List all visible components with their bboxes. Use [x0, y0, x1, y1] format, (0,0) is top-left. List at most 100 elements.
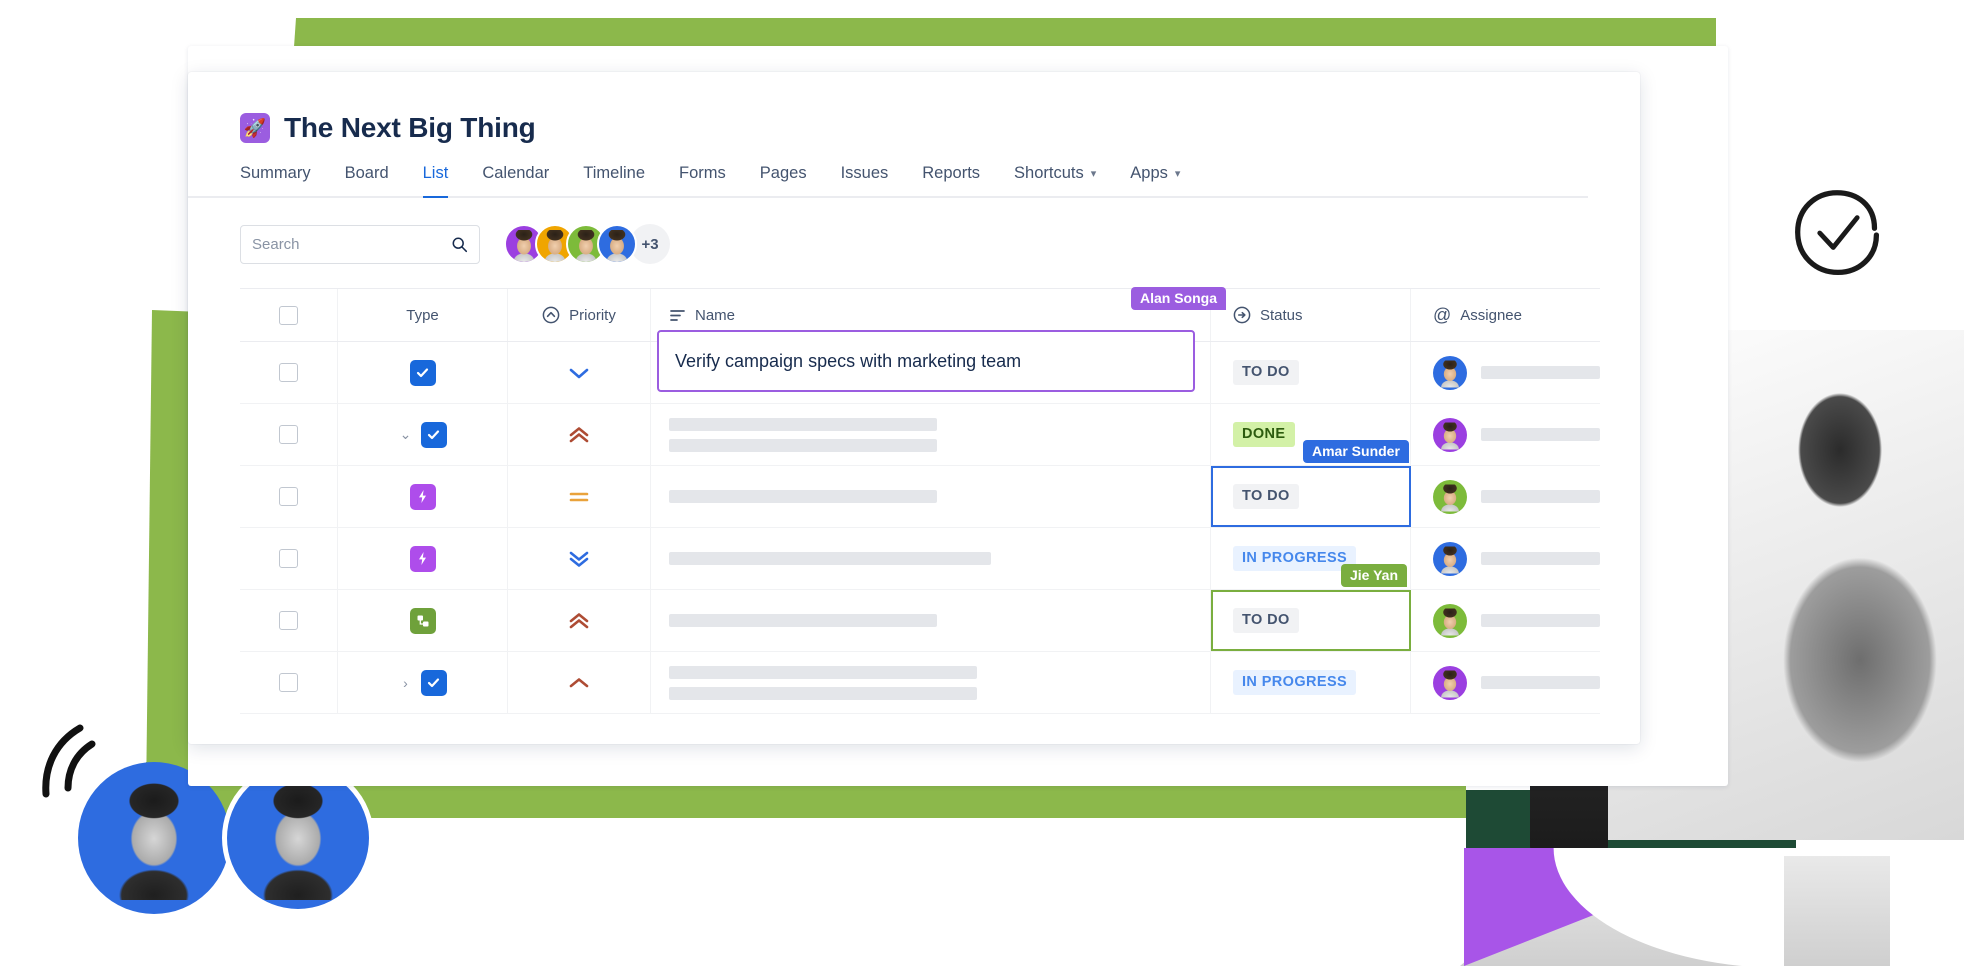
tab-label: Calendar: [482, 164, 550, 182]
row-name-cell[interactable]: [651, 528, 1211, 589]
row-priority-cell[interactable]: [508, 342, 651, 403]
search-icon[interactable]: [451, 236, 468, 253]
row-type-cell[interactable]: [338, 342, 508, 403]
row-status-cell[interactable]: IN PROGRESS Jie Yan: [1211, 528, 1411, 589]
row-select-cell[interactable]: [240, 404, 338, 465]
tab-issues[interactable]: Issues: [824, 164, 906, 196]
column-label-wrap: Status: [1233, 306, 1303, 324]
tab-board[interactable]: Board: [328, 164, 406, 196]
expand-chevron-icon[interactable]: ⌄: [399, 426, 413, 443]
avatar[interactable]: [1433, 541, 1467, 576]
priority-lowest-icon: [569, 551, 589, 567]
table-row[interactable]: Verify campaign specs with marketing tea…: [240, 330, 1600, 404]
name-edit-field[interactable]: Verify campaign specs with marketing tea…: [657, 330, 1195, 392]
status-arrow-icon: [1233, 306, 1251, 324]
avatar[interactable]: [597, 224, 637, 264]
nav-tabs[interactable]: Summary Board List Calendar Timeline For…: [188, 144, 1588, 198]
row-name-cell[interactable]: [651, 590, 1211, 651]
row-status-cell[interactable]: DONE Amar Sunder: [1211, 404, 1411, 465]
name-placeholder: [669, 665, 977, 679]
row-priority-cell[interactable]: [508, 590, 651, 651]
table-row[interactable]: TO DO: [240, 466, 1600, 528]
search-input[interactable]: [252, 235, 451, 253]
tab-shortcuts[interactable]: Shortcuts ▾: [997, 164, 1113, 196]
row-checkbox[interactable]: [279, 673, 298, 692]
member-avatar-group[interactable]: +3: [500, 224, 670, 264]
column-header-priority[interactable]: Priority: [508, 289, 651, 341]
row-status-cell[interactable]: IN PROGRESS: [1211, 652, 1411, 713]
subtask-type-icon: [409, 607, 436, 634]
row-priority-cell[interactable]: [508, 404, 651, 465]
row-name-cell[interactable]: [651, 404, 1211, 465]
column-header-select[interactable]: [240, 289, 338, 341]
table-row[interactable]: IN PROGRESS Jie Yan: [240, 528, 1600, 590]
column-label: Type: [406, 306, 439, 324]
row-checkbox[interactable]: [279, 549, 298, 568]
search-box[interactable]: [240, 224, 480, 264]
table-row[interactable]: ⌄ DONE Amar Sunder: [240, 404, 1600, 466]
priority-highest-icon: [569, 426, 589, 442]
status-badge[interactable]: IN PROGRESS: [1233, 670, 1357, 695]
collapse-chevron-icon[interactable]: ›: [399, 675, 413, 691]
avatar[interactable]: [1433, 355, 1467, 390]
row-assignee-cell[interactable]: [1411, 466, 1600, 527]
column-header-type[interactable]: Type: [338, 289, 508, 341]
row-type-cell[interactable]: ⌄: [338, 404, 508, 465]
table-row[interactable]: TO DO: [240, 590, 1600, 652]
status-badge[interactable]: TO DO: [1233, 360, 1299, 385]
status-badge[interactable]: DONE: [1233, 422, 1295, 447]
row-select-cell[interactable]: [240, 466, 338, 527]
row-checkbox[interactable]: [279, 487, 298, 506]
row-assignee-cell[interactable]: [1411, 652, 1600, 713]
row-type-cell[interactable]: [338, 528, 508, 589]
row-status-cell-selected[interactable]: TO DO: [1211, 590, 1411, 651]
collaborator-cursor-jie: Jie Yan: [1341, 564, 1408, 587]
column-header-status[interactable]: Status: [1211, 289, 1411, 341]
tab-reports[interactable]: Reports: [905, 164, 997, 196]
text-lines-icon: [670, 309, 685, 321]
row-checkbox[interactable]: [279, 363, 298, 382]
status-badge[interactable]: IN PROGRESS: [1233, 546, 1357, 571]
row-type-cell[interactable]: [338, 590, 508, 651]
task-type-icon: [409, 359, 436, 386]
avatar[interactable]: [1433, 665, 1467, 700]
column-header-assignee[interactable]: @ Assignee: [1411, 289, 1600, 341]
row-status-cell-selected[interactable]: TO DO: [1211, 466, 1411, 527]
status-badge[interactable]: TO DO: [1233, 608, 1299, 633]
status-badge[interactable]: TO DO: [1233, 484, 1299, 509]
row-select-cell[interactable]: [240, 528, 338, 589]
row-name-cell[interactable]: [651, 652, 1211, 713]
table-row[interactable]: › IN PROGRESS: [240, 652, 1600, 714]
row-type-cell[interactable]: ›: [338, 652, 508, 713]
tab-timeline[interactable]: Timeline: [566, 164, 662, 196]
tab-apps[interactable]: Apps ▾: [1113, 164, 1197, 196]
row-priority-cell[interactable]: [508, 466, 651, 527]
row-type-cell[interactable]: [338, 466, 508, 527]
tab-summary[interactable]: Summary: [240, 164, 328, 196]
row-assignee-cell[interactable]: [1411, 342, 1600, 403]
priority-icon: [542, 306, 560, 324]
row-select-cell[interactable]: [240, 652, 338, 713]
row-priority-cell[interactable]: [508, 652, 651, 713]
collaborator-cursor-alan: Alan Songa: [1130, 287, 1226, 310]
select-all-checkbox[interactable]: [279, 305, 298, 325]
tab-calendar[interactable]: Calendar: [465, 164, 566, 196]
row-select-cell[interactable]: [240, 342, 338, 403]
row-status-cell[interactable]: TO DO: [1211, 342, 1411, 403]
tab-forms[interactable]: Forms: [662, 164, 743, 196]
row-name-cell[interactable]: Verify campaign specs with marketing tea…: [651, 330, 1211, 403]
avatar[interactable]: [1433, 603, 1467, 638]
tab-pages[interactable]: Pages: [743, 164, 824, 196]
column-label: Assignee: [1460, 306, 1522, 324]
tab-list[interactable]: List: [406, 164, 466, 198]
row-assignee-cell[interactable]: [1411, 528, 1600, 589]
avatar[interactable]: [1433, 479, 1467, 514]
row-select-cell[interactable]: [240, 590, 338, 651]
row-checkbox[interactable]: [279, 425, 298, 444]
row-assignee-cell[interactable]: [1411, 590, 1600, 651]
row-assignee-cell[interactable]: [1411, 404, 1600, 465]
row-priority-cell[interactable]: [508, 528, 651, 589]
row-checkbox[interactable]: [279, 611, 298, 630]
avatar[interactable]: [1433, 417, 1467, 452]
row-name-cell[interactable]: [651, 466, 1211, 527]
